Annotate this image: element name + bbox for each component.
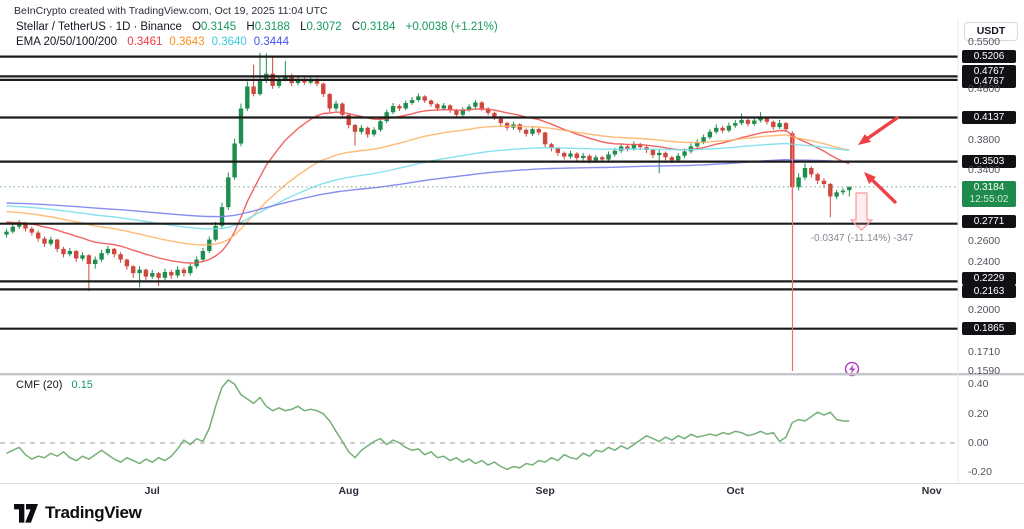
tradingview-logo[interactable]: TradingView bbox=[14, 503, 142, 523]
ema-value-200: 0.3444 bbox=[254, 36, 289, 48]
candlestick-series bbox=[4, 53, 851, 291]
price-level-badge: 0.2771 bbox=[962, 215, 1016, 228]
low-value: 0.3072 bbox=[307, 21, 342, 33]
time-axis-label-sep: Sep bbox=[536, 485, 555, 497]
tradingview-chart-window: BeInCrypto created with TradingView.com,… bbox=[0, 0, 1024, 529]
time-axis[interactable]: Jul Aug Sep Oct Nov bbox=[0, 484, 958, 500]
price-axis-label: 0.5500 bbox=[968, 36, 1000, 48]
close-value: 0.3184 bbox=[360, 21, 395, 33]
price-level-badge: 0.1865 bbox=[962, 322, 1016, 335]
interval-label[interactable]: 1D bbox=[116, 21, 131, 33]
analyst-drawings[interactable] bbox=[793, 118, 898, 376]
cmf-axis-label: 0.00 bbox=[968, 437, 988, 449]
pane-separators bbox=[0, 20, 1024, 484]
time-axis-label-jul: Jul bbox=[145, 485, 160, 497]
current-price-value: 0.3184 bbox=[962, 182, 1016, 194]
high-letter: H bbox=[246, 21, 254, 33]
time-axis-label-nov: Nov bbox=[922, 485, 942, 497]
price-axis-label: 0.4600 bbox=[968, 83, 1000, 95]
price-level-badge: 0.2163 bbox=[962, 285, 1016, 298]
bar-countdown: 12:55:02 bbox=[962, 194, 1016, 206]
open-value: 0.3145 bbox=[201, 21, 236, 33]
cmf-axis-label: -0.20 bbox=[968, 466, 992, 478]
cmf-axis-label: 0.20 bbox=[968, 408, 988, 420]
price-level-badge: 0.4137 bbox=[962, 111, 1016, 124]
cmf-indicator-label[interactable]: CMF (20) bbox=[16, 379, 62, 391]
price-axis-label: 0.2000 bbox=[968, 304, 1000, 316]
cmf-value: 0.15 bbox=[72, 379, 93, 391]
time-axis-label-oct: Oct bbox=[726, 485, 744, 497]
price-axis-label: 0.3800 bbox=[968, 134, 1000, 146]
price-axis-label: 0.1590 bbox=[968, 365, 1000, 377]
ema-value-20: 0.3461 bbox=[127, 36, 162, 48]
price-level-badge: 0.5206 bbox=[962, 50, 1016, 63]
exchange-label: Binance bbox=[140, 21, 182, 33]
symbol-title[interactable]: Stellar / TetherUS bbox=[16, 21, 106, 33]
measure-tool-label: -0.0347 (-11.14%) -347 bbox=[782, 233, 942, 244]
ema-values: 0.3461 0.3643 0.3640 0.3444 bbox=[120, 36, 289, 48]
price-axis-label: 0.2400 bbox=[968, 256, 1000, 268]
cmf-axis-label: 0.40 bbox=[968, 378, 988, 390]
cmf-indicator-plot bbox=[0, 380, 958, 470]
chart-legend: Stellar / TetherUS·1D·Binance O0.3145 H0… bbox=[16, 20, 498, 50]
price-level-badge: 0.2229 bbox=[962, 272, 1016, 285]
open-letter: O bbox=[192, 21, 201, 33]
current-price-badge: 0.318412:55:02 bbox=[962, 181, 1016, 207]
price-axis-label: 0.3400 bbox=[968, 164, 1000, 176]
change-value: +0.0038 (+1.21%) bbox=[406, 21, 498, 33]
credit-text: BeInCrypto created with TradingView.com,… bbox=[14, 5, 328, 17]
symbol-row: Stellar / TetherUS·1D·Binance O0.3145 H0… bbox=[16, 20, 498, 35]
horizontal-level-lines-overlay[interactable] bbox=[0, 57, 958, 329]
price-axis[interactable]: 0.55000.52060.47670.47670.46000.41370.38… bbox=[962, 0, 1022, 483]
tradingview-logo-text: TradingView bbox=[45, 503, 142, 523]
cmf-legend: CMF (20) 0.15 bbox=[16, 379, 93, 391]
high-value: 0.3188 bbox=[255, 21, 290, 33]
tradingview-logo-icon bbox=[14, 504, 38, 523]
time-axis-label-aug: Aug bbox=[338, 485, 358, 497]
close-letter: C bbox=[352, 21, 360, 33]
price-axis-label: 0.1710 bbox=[968, 346, 1000, 358]
ema-value-100: 0.3640 bbox=[212, 36, 247, 48]
ema-row: EMA 20/50/100/200 0.34610.36430.36400.34… bbox=[16, 35, 498, 50]
price-axis-label: 0.2600 bbox=[968, 235, 1000, 247]
ema-indicator-label[interactable]: EMA 20/50/100/200 bbox=[16, 36, 117, 48]
ema-value-50: 0.3643 bbox=[169, 36, 204, 48]
chart-canvas[interactable] bbox=[0, 0, 1024, 529]
